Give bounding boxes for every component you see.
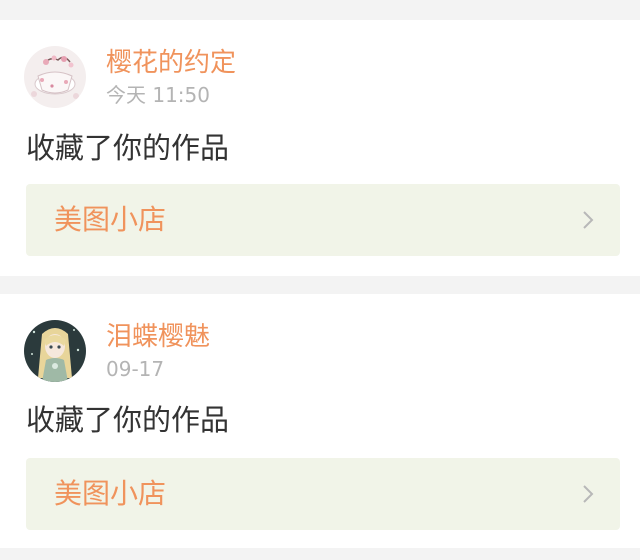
shop-link-button[interactable]: 美图小店 bbox=[26, 458, 620, 530]
chevron-right-icon bbox=[578, 484, 598, 504]
shop-link-button[interactable]: 美图小店 bbox=[26, 184, 620, 256]
notification-feed: 樱花的约定 今天 11:50 收藏了你的作品 美图小店 泪蝶樱魅 09-17 收… bbox=[0, 0, 640, 560]
notification-card: 泪蝶樱魅 09-17 收藏了你的作品 美图小店 bbox=[0, 294, 640, 548]
user-avatar[interactable] bbox=[24, 46, 86, 108]
timestamp: 今天 11:50 bbox=[106, 83, 210, 107]
action-text: 收藏了你的作品 bbox=[26, 131, 230, 165]
notification-card: 樱花的约定 今天 11:50 收藏了你的作品 美图小店 bbox=[0, 20, 640, 276]
timestamp: 09-17 bbox=[106, 357, 165, 381]
user-avatar[interactable] bbox=[24, 320, 86, 382]
chevron-right-icon bbox=[578, 210, 598, 230]
username[interactable]: 樱花的约定 bbox=[106, 46, 236, 80]
anime-girl-avatar-icon bbox=[24, 320, 86, 382]
username[interactable]: 泪蝶樱魅 bbox=[106, 320, 210, 354]
cherry-blossom-avatar-icon bbox=[24, 46, 86, 108]
shop-link-label: 美图小店 bbox=[54, 477, 167, 510]
shop-link-label: 美图小店 bbox=[54, 203, 167, 236]
action-text: 收藏了你的作品 bbox=[26, 403, 230, 437]
